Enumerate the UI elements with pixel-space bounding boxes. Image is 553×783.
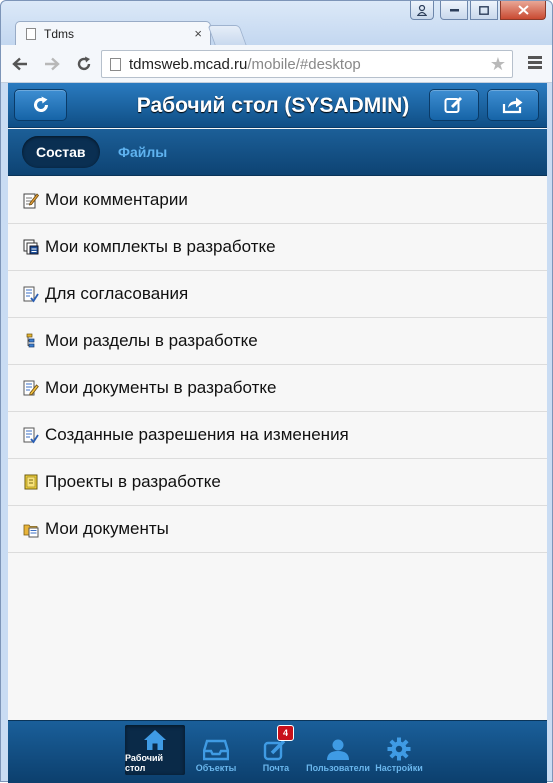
nav-objects-button[interactable]: Объекты	[186, 725, 246, 775]
compose-icon	[444, 96, 463, 113]
address-bar[interactable]: tdmsweb.mcad.ru/mobile/#desktop ★	[101, 50, 513, 78]
section-tree-icon	[22, 332, 40, 350]
list-item-label: Для согласования	[45, 284, 189, 303]
back-arrow-icon[interactable]	[9, 53, 31, 75]
bookmark-star-icon[interactable]: ★	[490, 54, 506, 75]
nav-label: Объекты	[195, 763, 237, 773]
list-item[interactable]: Проекты в разработке	[8, 459, 547, 506]
edit-button[interactable]	[429, 89, 479, 121]
list-item-label: Мои документы	[45, 519, 169, 538]
tab-title: Tdms	[44, 26, 74, 41]
segment-tabs: Состав Файлы	[8, 129, 547, 176]
title-bar: Tdms ×	[1, 1, 552, 45]
page-icon	[26, 27, 36, 40]
comment-edit-icon	[22, 191, 40, 209]
list-item-label: Мои документы в разработке	[45, 378, 277, 397]
list-item[interactable]: Мои комментарии	[8, 177, 547, 224]
nav-label: Почта	[262, 763, 290, 773]
page-icon	[110, 57, 121, 71]
approval-document-icon	[22, 285, 40, 303]
list-item[interactable]: Созданные разрешения на изменения	[8, 412, 547, 459]
app-page: Рабочий стол (SYSADMIN) Состав Файлы Мои…	[8, 83, 547, 783]
home-icon	[144, 730, 166, 750]
tab-files[interactable]: Файлы	[104, 136, 181, 168]
page-title: Рабочий стол (SYSADMIN)	[136, 94, 410, 117]
nav-mail-button[interactable]: Почта 4	[246, 725, 306, 775]
close-window-button[interactable]	[500, 1, 546, 20]
share-button[interactable]	[487, 89, 539, 121]
list-item[interactable]: Мои документы в разработке	[8, 365, 547, 412]
list-item[interactable]: Мои комплекты в разработке	[8, 224, 547, 271]
list-item-label: Проекты в разработке	[45, 472, 221, 491]
window-controls	[410, 1, 546, 20]
compose-icon	[263, 739, 286, 761]
share-icon	[502, 97, 523, 114]
nav-desktop-button[interactable]: Рабочий стол	[125, 725, 185, 775]
refresh-button[interactable]	[14, 89, 67, 121]
browser-menu-icon[interactable]	[528, 56, 542, 71]
user-icon	[327, 739, 349, 760]
tab-close-icon[interactable]: ×	[194, 26, 202, 41]
nav-users-button[interactable]: Пользователи	[306, 725, 370, 775]
documents-icon	[22, 520, 40, 538]
browser-window: Tdms × tdmsweb.mcad.ru/mobile/#desktop ★	[0, 0, 553, 783]
tab-sostav[interactable]: Состав	[22, 136, 100, 168]
url-path: /mobile/#desktop	[247, 55, 361, 73]
mail-count-badge: 4	[277, 725, 294, 741]
list-item-label: Мои комментарии	[45, 190, 188, 209]
nav-label: Пользователи	[306, 763, 370, 773]
maximize-button[interactable]	[470, 1, 498, 20]
url-domain: tdmsweb.mcad.ru	[129, 55, 248, 73]
desktop-list: Мои комментарии Мои комплекты в разработ…	[8, 177, 547, 553]
list-item-label: Мои разделы в разработке	[45, 331, 258, 350]
nav-label: Рабочий стол	[125, 753, 164, 773]
nav-label: Настройки	[375, 763, 423, 773]
minimize-button[interactable]	[440, 1, 468, 20]
project-folder-icon	[22, 473, 40, 491]
bottom-nav: Рабочий стол Объекты Почта 4 Пользовател…	[8, 720, 547, 783]
nav-settings-button[interactable]: Настройки	[369, 725, 429, 775]
gear-icon	[387, 737, 411, 761]
list-item-label: Созданные разрешения на изменения	[45, 425, 349, 444]
list-item[interactable]: Для согласования	[8, 271, 547, 318]
app-header: Рабочий стол (SYSADMIN)	[8, 83, 547, 128]
list-item-label: Мои комплекты в разработке	[45, 237, 276, 256]
inbox-icon	[203, 739, 229, 761]
refresh-icon	[33, 96, 48, 112]
document-set-icon	[22, 238, 40, 256]
list-item[interactable]: Мои разделы в разработке	[8, 318, 547, 365]
forward-arrow-icon[interactable]	[41, 53, 63, 75]
change-permit-icon	[22, 426, 40, 444]
document-edit-icon	[22, 379, 40, 397]
reload-icon[interactable]	[73, 53, 95, 75]
browser-toolbar: tdmsweb.mcad.ru/mobile/#desktop ★	[1, 45, 552, 83]
list-item[interactable]: Мои документы	[8, 506, 547, 553]
profile-icon[interactable]	[410, 1, 434, 20]
new-tab-button[interactable]	[207, 25, 247, 45]
browser-tab[interactable]: Tdms ×	[15, 21, 211, 45]
